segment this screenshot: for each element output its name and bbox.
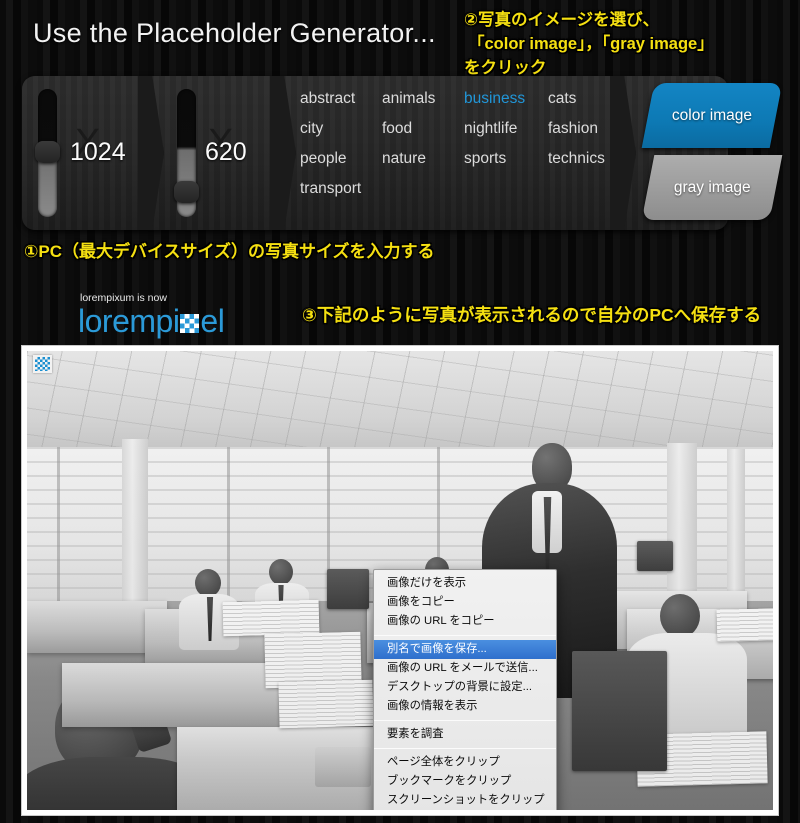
width-slider[interactable]	[35, 89, 60, 217]
scene-calculator	[315, 747, 371, 787]
menu-item-copy-image[interactable]: 画像をコピー	[374, 593, 556, 612]
scene-person-head-4	[660, 594, 700, 638]
result-photo-frame: 画像だけを表示 画像をコピー 画像の URL をコピー 別名で画像を保存... …	[22, 346, 778, 815]
scene-person-head-1	[195, 569, 221, 597]
logo-name-after: el	[200, 303, 225, 339]
scene-person-head-2	[269, 559, 293, 585]
scene-monitor-3	[637, 541, 673, 571]
annotation-step2-line3: をクリック	[464, 59, 547, 77]
annotation-step1: ①PC（最大デバイスサイズ）の写真サイズを入力する	[24, 242, 435, 261]
menu-item-set-as-desktop-bg[interactable]: デスクトップの背景に設定...	[374, 678, 556, 697]
annotation-step3: ③下記のように写真が表示されるので自分のPCへ保存する	[302, 305, 762, 325]
gray-image-button-label: gray image	[673, 178, 751, 196]
color-image-button[interactable]: color image	[641, 83, 783, 148]
category-people[interactable]: people	[300, 150, 382, 168]
scene-paper-stack-5	[716, 608, 773, 642]
web-clipper-icon[interactable]	[33, 355, 52, 373]
lorempixel-logo: lorempi el	[78, 303, 225, 340]
category-business[interactable]: business	[464, 90, 548, 108]
menu-separator-1	[374, 635, 556, 636]
category-sports[interactable]: sports	[464, 150, 548, 168]
width-value[interactable]: 1024	[70, 138, 126, 167]
page-title: Use the Placeholder Generator...	[33, 18, 436, 48]
height-slider-handle[interactable]	[174, 181, 199, 203]
gray-image-button[interactable]: gray image	[641, 155, 783, 220]
category-nightlife[interactable]: nightlife	[464, 120, 548, 138]
menu-item-clip-full-page[interactable]: ページ全体をクリップ	[374, 753, 556, 772]
scene-pillar-1	[122, 439, 148, 619]
menu-item-save-image-as[interactable]: 別名で画像を保存...	[374, 640, 556, 659]
menu-item-view-image-only[interactable]: 画像だけを表示	[374, 574, 556, 593]
menu-item-view-image-info[interactable]: 画像の情報を表示	[374, 697, 556, 716]
scene-partition-3	[62, 663, 292, 727]
category-list: abstract animals business cats city food…	[300, 90, 605, 198]
category-food[interactable]: food	[382, 120, 464, 138]
menu-item-clip-screenshot[interactable]: スクリーンショットをクリップ	[374, 791, 556, 810]
category-abstract[interactable]: abstract	[300, 90, 382, 108]
menu-item-email-image-url[interactable]: 画像の URL をメールで送信...	[374, 659, 556, 678]
scene-monitor-foreground	[572, 651, 667, 771]
category-transport[interactable]: transport	[300, 180, 382, 198]
category-city[interactable]: city	[300, 120, 382, 138]
scene-pillar-2	[667, 443, 697, 613]
scene-paper-stack-3	[278, 679, 374, 729]
menu-separator-2	[374, 720, 556, 721]
category-cats[interactable]: cats	[548, 90, 628, 108]
checkerboard-x-icon	[180, 314, 200, 333]
color-image-button-label: color image	[671, 106, 753, 124]
category-nature[interactable]: nature	[382, 150, 464, 168]
scene-monitor-1	[327, 569, 369, 609]
menu-separator-3	[374, 748, 556, 749]
height-value[interactable]: 620	[205, 138, 247, 167]
category-technics[interactable]: technics	[548, 150, 628, 168]
menu-item-copy-image-url[interactable]: 画像の URL をコピー	[374, 612, 556, 631]
scene-pillar-3	[727, 449, 745, 599]
menu-item-inspect-element[interactable]: 要素を調査	[374, 725, 556, 744]
image-context-menu[interactable]: 画像だけを表示 画像をコピー 画像の URL をコピー 別名で画像を保存... …	[373, 569, 557, 810]
annotation-step2-line2: 「color image」，「gray image」	[468, 35, 714, 53]
category-fashion[interactable]: fashion	[548, 120, 628, 138]
height-slider[interactable]	[174, 89, 199, 217]
menu-item-clip-bookmark[interactable]: ブックマークをクリップ	[374, 772, 556, 791]
page-root: Use the Placeholder Generator... ②写真のイメー…	[0, 0, 800, 823]
scene-glass-mullion-1	[57, 447, 60, 627]
annotation-step2-line1: ②写真のイメージを選び、	[464, 11, 660, 29]
width-slider-handle[interactable]	[35, 141, 60, 163]
scene-paper-stack-1	[222, 599, 320, 637]
category-animals[interactable]: animals	[382, 90, 464, 108]
result-photo[interactable]: 画像だけを表示 画像をコピー 画像の URL をコピー 別名で画像を保存... …	[27, 351, 773, 810]
logo-name-before: lorempi	[78, 303, 180, 339]
